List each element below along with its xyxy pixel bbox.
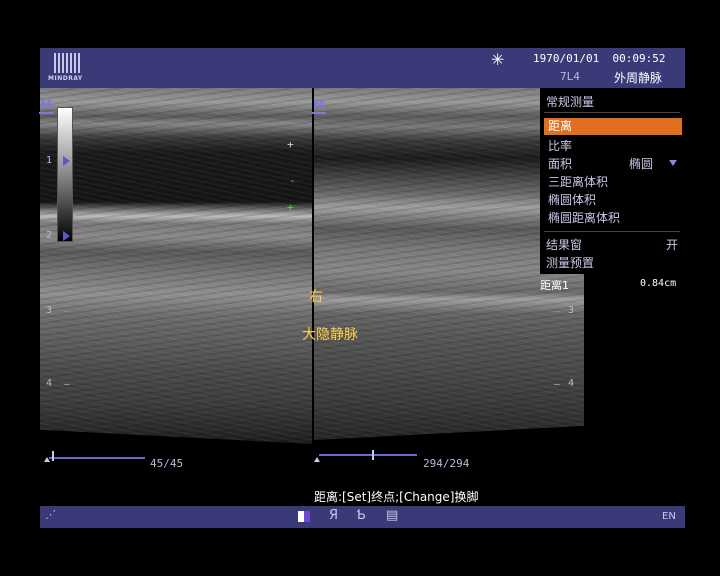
depth-label: 1 <box>46 155 53 166</box>
depth-label: 4 <box>46 378 53 389</box>
depth-tick <box>64 311 70 312</box>
probe-name: 7L4 <box>560 70 580 83</box>
menu-item-ellipse-volume[interactable]: 椭圆体积 <box>548 191 596 208</box>
grayscale-bar <box>57 107 73 242</box>
focus-marker-icon <box>63 156 70 166</box>
menu-title: 常规测量 <box>546 95 595 109</box>
caliper-end-marker[interactable]: + <box>287 201 294 214</box>
depth-label: 4 <box>568 378 575 389</box>
result-label: 距离1 <box>540 279 569 292</box>
menu-item-distance[interactable]: 距离 <box>544 118 682 135</box>
cine-handle-right[interactable] <box>372 450 374 460</box>
caliper-guide-mark: - <box>289 174 296 187</box>
cine-handle-left[interactable] <box>52 451 54 461</box>
result-value: 0.84cm <box>640 278 677 289</box>
b-letter-icon[interactable]: Ƅ <box>357 508 366 523</box>
depth-label: 3 <box>568 305 575 316</box>
menu-item-ellipse-distance-volume[interactable]: 椭圆距离体积 <box>548 209 620 226</box>
depth-tick <box>64 384 70 385</box>
caliper-start-marker[interactable]: + <box>287 138 294 151</box>
snowflake-icon: ✳ <box>491 50 505 69</box>
focus-marker-icon <box>63 231 70 241</box>
cine-track-left[interactable] <box>49 457 145 459</box>
orientation-marker-icon: M <box>39 98 53 114</box>
menu-item-area[interactable]: 面积 <box>548 155 572 172</box>
date-time: 1970/01/01 00:09:52 <box>533 52 666 65</box>
ultrasound-image-left[interactable] <box>40 88 312 444</box>
operation-prompt: 距离:[Set]终点;[Change]换脚 <box>314 490 479 504</box>
menu-divider <box>544 231 680 232</box>
dual-image-icon[interactable] <box>298 509 310 524</box>
r-letter-icon[interactable]: Я <box>329 508 338 523</box>
chevron-down-icon[interactable] <box>669 160 677 166</box>
annotation-side[interactable]: 右 <box>309 286 323 306</box>
exam-type: 外周静脉 <box>614 71 663 85</box>
menu-divider <box>544 112 680 113</box>
orientation-marker-icon: M <box>312 98 326 114</box>
result-window-state[interactable]: 开 <box>666 236 678 253</box>
depth-tick <box>554 311 560 312</box>
cine-start-icon <box>314 457 320 462</box>
menu-item-three-distance-volume[interactable]: 三距离体积 <box>548 173 608 190</box>
depth-tick <box>554 384 560 385</box>
language-indicator[interactable]: EN <box>662 511 676 522</box>
cine-counter-right: 294/294 <box>423 457 470 470</box>
menu-item-ratio[interactable]: 比率 <box>548 137 572 154</box>
cine-counter-left: 45/45 <box>150 457 184 470</box>
brand-text: MINDRAY <box>48 75 83 82</box>
annotation-vessel[interactable]: 大隐静脉 <box>302 324 358 344</box>
measurement-preset-item[interactable]: 测量预置 <box>546 254 594 271</box>
depth-label: 3 <box>46 305 53 316</box>
cine-track-right[interactable] <box>319 454 417 456</box>
report-icon[interactable]: ▤ <box>386 508 398 523</box>
area-method-select[interactable]: 椭圆 <box>629 155 653 172</box>
cursor-icon[interactable]: ⋰ <box>45 508 56 521</box>
depth-label: 2 <box>46 230 53 241</box>
mindray-logo: MINDRAY <box>48 53 88 85</box>
result-window-toggle[interactable]: 结果窗 <box>546 236 582 253</box>
